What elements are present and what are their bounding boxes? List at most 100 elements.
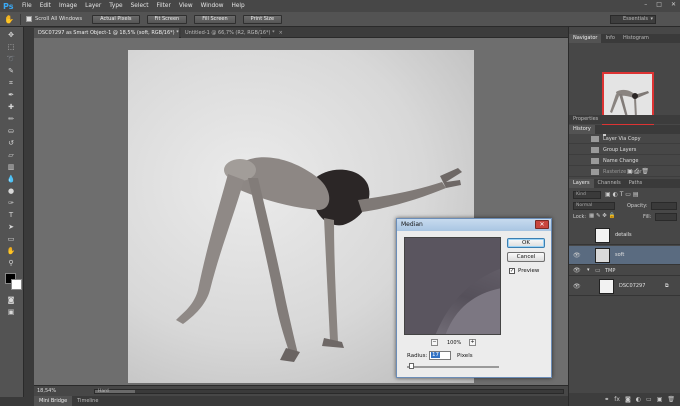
new-layer-icon[interactable]: ▣: [657, 396, 663, 403]
hand-tool-icon[interactable]: ✋: [4, 246, 18, 256]
eye-icon[interactable]: 👁: [573, 283, 581, 290]
trash-icon[interactable]: 🗑: [641, 168, 649, 175]
fill-screen-button[interactable]: Fill Screen: [194, 14, 236, 24]
marquee-tool-icon[interactable]: ⬚: [4, 42, 18, 52]
zoom-level[interactable]: 18,54%: [37, 388, 56, 394]
eye-icon[interactable]: 👁: [573, 252, 581, 259]
fill-input[interactable]: [655, 213, 677, 221]
path-select-tool-icon[interactable]: ➤: [4, 222, 18, 232]
menu-view[interactable]: View: [179, 3, 193, 9]
mask-icon[interactable]: ◙: [625, 396, 631, 403]
close-button[interactable]: ✕: [671, 1, 676, 8]
crop-tool-icon[interactable]: ⌗: [4, 78, 18, 88]
history-item[interactable]: Name Change: [569, 156, 680, 166]
lasso-tool-icon[interactable]: ➰: [4, 54, 18, 64]
dialog-titlebar[interactable]: Median ✕: [397, 219, 551, 231]
dialog-title: Median: [401, 221, 423, 228]
layer-row[interactable]: 👁 DSC07297 ⧉: [569, 277, 680, 296]
gradient-tool-icon[interactable]: ▥: [4, 162, 18, 172]
blend-mode-select[interactable]: Normal: [573, 202, 615, 210]
filter-preview[interactable]: [404, 237, 501, 335]
chevron-down-icon[interactable]: ▾: [587, 267, 590, 273]
tab-layers[interactable]: Layers: [569, 179, 594, 188]
type-tool-icon[interactable]: T: [4, 210, 18, 220]
quick-select-tool-icon[interactable]: ✎: [4, 66, 18, 76]
history-item[interactable]: Group Layers: [569, 145, 680, 155]
tab-paths[interactable]: Paths: [625, 179, 647, 188]
camera-icon[interactable]: ⎙: [635, 168, 640, 175]
menu-type[interactable]: Type: [109, 3, 122, 9]
healing-tool-icon[interactable]: ✚: [4, 102, 18, 112]
radius-input[interactable]: 17: [429, 351, 451, 360]
scrollbar-thumb[interactable]: Hard: [95, 389, 135, 394]
trash-icon[interactable]: 🗑: [667, 396, 675, 403]
tab-navigator[interactable]: Navigator: [569, 34, 602, 43]
dodge-tool-icon[interactable]: ●: [4, 186, 18, 196]
adjustment-icon[interactable]: ◐: [636, 396, 641, 403]
tab-document-1[interactable]: DSC07297 as Smart Object-1 @ 18,5% (soft…: [34, 28, 187, 38]
menu-select[interactable]: Select: [131, 3, 149, 9]
tab-properties[interactable]: Properties: [569, 115, 602, 124]
ok-button[interactable]: OK: [507, 238, 545, 248]
opacity-input[interactable]: [651, 202, 677, 210]
blur-tool-icon[interactable]: 💧: [4, 174, 18, 184]
tab-history[interactable]: History: [569, 125, 595, 134]
menu-image[interactable]: Image: [59, 3, 77, 9]
pen-tool-icon[interactable]: ✑: [4, 198, 18, 208]
menu-window[interactable]: Window: [201, 3, 224, 9]
maximize-button[interactable]: □: [656, 1, 662, 8]
snapshot-icon[interactable]: ▣: [627, 168, 633, 175]
lock-icons[interactable]: ▦ ✎ ✥ 🔒: [589, 213, 616, 219]
horizontal-scrollbar[interactable]: Hard: [94, 389, 564, 394]
workspace-select[interactable]: Essentials ▾: [610, 15, 656, 24]
tab-channels[interactable]: Channels: [594, 179, 625, 188]
move-tool-icon[interactable]: ✥: [4, 30, 18, 40]
zoom-in-button[interactable]: +: [469, 339, 476, 346]
layer-name: DSC07297: [619, 283, 646, 289]
fx-icon[interactable]: fx: [614, 396, 620, 403]
history-item[interactable]: Layer Via Copy: [569, 134, 680, 144]
minimize-button[interactable]: –: [644, 1, 647, 8]
tab-info[interactable]: Info: [601, 34, 618, 43]
eyedropper-tool-icon[interactable]: ✒: [4, 90, 18, 100]
eye-icon[interactable]: 👁: [573, 267, 581, 274]
link-icon[interactable]: ⚭: [604, 396, 609, 403]
menu-file[interactable]: File: [22, 3, 32, 9]
tab-histogram[interactable]: Histogram: [619, 34, 653, 43]
radius-slider-thumb[interactable]: [409, 363, 414, 369]
quick-mask-icon[interactable]: ◙: [4, 295, 18, 305]
cancel-button[interactable]: Cancel: [507, 252, 545, 262]
tab-mini-bridge[interactable]: Mini Bridge: [34, 396, 73, 406]
actual-pixels-button[interactable]: Actual Pixels: [92, 14, 140, 24]
layer-row[interactable]: details: [569, 226, 680, 245]
hand-tool-icon[interactable]: ✋: [3, 14, 15, 25]
tab-timeline[interactable]: Timeline: [72, 396, 103, 406]
menu-edit[interactable]: Edit: [40, 3, 51, 9]
clone-stamp-tool-icon[interactable]: ⛀: [4, 126, 18, 136]
fit-screen-button[interactable]: Fit Screen: [146, 14, 188, 24]
tab-document-2[interactable]: Untitled-1 @ 66,7% (R2, RGB/16*) * ×: [181, 28, 283, 38]
layer-group-row[interactable]: 👁 ▾ ▭ TMP: [569, 266, 680, 276]
layer-filter-select[interactable]: Kind: [573, 191, 601, 199]
eraser-tool-icon[interactable]: ▱: [4, 150, 18, 160]
print-size-button[interactable]: Print Size: [242, 14, 283, 24]
shape-tool-icon[interactable]: ▭: [4, 234, 18, 244]
menu-help[interactable]: Help: [231, 3, 244, 9]
menu-filter[interactable]: Filter: [156, 3, 170, 9]
radius-slider[interactable]: [407, 366, 499, 368]
zoom-tool-icon[interactable]: ⚲: [4, 258, 18, 268]
layer-row-selected[interactable]: 👁 soft: [569, 246, 680, 265]
background-color-swatch[interactable]: [11, 279, 22, 290]
close-icon[interactable]: ×: [279, 30, 283, 36]
scroll-all-checkbox[interactable]: [26, 16, 32, 22]
filter-icons[interactable]: ▣ ◐ T ▭ ▤: [605, 191, 639, 198]
screen-mode-icon[interactable]: ▣: [4, 307, 18, 317]
preview-checkbox[interactable]: ✓: [509, 268, 515, 274]
history-brush-tool-icon[interactable]: ↺: [4, 138, 18, 148]
brush-tool-icon[interactable]: ✏: [4, 114, 18, 124]
menu-layer[interactable]: Layer: [85, 3, 101, 9]
zoom-out-button[interactable]: −: [431, 339, 438, 346]
dialog-close-button[interactable]: ✕: [535, 220, 549, 229]
group-icon[interactable]: ▭: [646, 396, 652, 403]
history-item[interactable]: Rasterize Layer: [569, 167, 680, 177]
